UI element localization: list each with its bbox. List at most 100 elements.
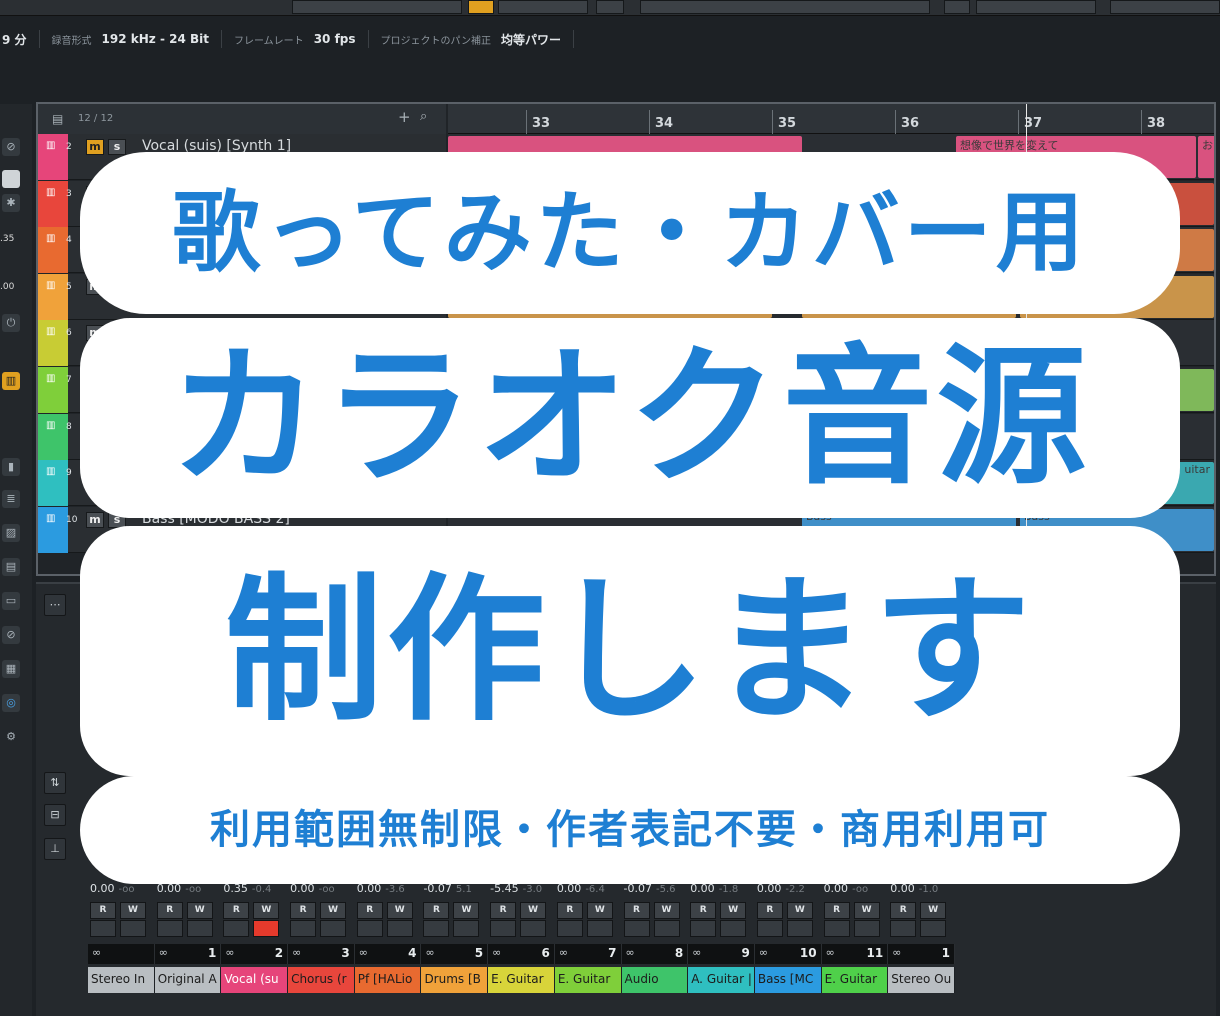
track-header[interactable]: ▥ 6 m s: [38, 320, 446, 367]
fader-track[interactable]: [224, 694, 237, 884]
fader-handle[interactable]: [354, 724, 375, 750]
write-automation-button[interactable]: W: [653, 902, 680, 919]
track-lane[interactable]: [448, 367, 1214, 413]
mute-button[interactable]: m: [86, 325, 104, 342]
record-enable-button[interactable]: [320, 920, 347, 937]
insert-view-icon[interactable]: ⊟: [44, 804, 66, 826]
guitar-clip[interactable]: uitar: [802, 462, 1214, 505]
volume-readout[interactable]: 0.00 -6.4: [555, 882, 622, 898]
read-automation-button[interactable]: R: [690, 902, 717, 919]
write-automation-button[interactable]: W: [720, 902, 747, 919]
toolbar-button[interactable]: [1110, 0, 1220, 14]
fader-track[interactable]: [825, 694, 837, 884]
read-automation-button[interactable]: R: [890, 902, 917, 919]
fader-track[interactable]: [558, 694, 571, 884]
volume-value[interactable]: 0.00: [557, 882, 582, 895]
gear-icon[interactable]: ✱: [2, 194, 20, 212]
slash-icon[interactable]: ▨: [2, 524, 20, 542]
solo-button[interactable]: s: [108, 278, 126, 295]
toolbar-button[interactable]: [596, 0, 624, 14]
volume-readout[interactable]: 0.35 -0.4: [221, 882, 288, 898]
write-automation-button[interactable]: W: [520, 902, 547, 919]
track-header[interactable]: ▥ 10 m s Bass [MODO BASS 2]: [38, 506, 446, 553]
track-lane[interactable]: Drums Drums: [448, 273, 1214, 320]
fader-track[interactable]: [491, 694, 504, 884]
playhead-cursor[interactable]: [1026, 104, 1027, 574]
volume-readout[interactable]: 0.00 -oo: [88, 882, 155, 898]
read-automation-button[interactable]: R: [823, 902, 850, 919]
channel-name[interactable]: Stereo In: [88, 967, 155, 993]
read-automation-button[interactable]: R: [223, 902, 250, 919]
link-icon[interactable]: ∞: [892, 946, 901, 959]
list-icon[interactable]: ≣: [2, 490, 20, 508]
link-icon[interactable]: ∞: [692, 946, 701, 959]
vocal-clip[interactable]: [448, 136, 802, 178]
monitor-button[interactable]: [756, 920, 783, 937]
fader-handle[interactable]: [887, 736, 908, 762]
write-automation-button[interactable]: W: [853, 902, 880, 919]
fader-handle[interactable]: [220, 730, 241, 756]
write-automation-button[interactable]: W: [786, 902, 813, 919]
read-automation-button[interactable]: R: [756, 902, 783, 919]
solo-button[interactable]: s: [108, 418, 126, 435]
monitor-button[interactable]: [556, 920, 583, 937]
write-automation-button[interactable]: W: [586, 902, 613, 919]
toolbar-toggle-button[interactable]: [468, 0, 494, 14]
pan-value[interactable]: -1.8: [719, 884, 739, 895]
monitor-button[interactable]: [890, 920, 917, 937]
add-track-icon[interactable]: +: [398, 108, 411, 126]
pan-value[interactable]: 5.1: [456, 884, 472, 895]
rack-icon[interactable]: ▤: [2, 558, 20, 576]
volume-readout[interactable]: 0.00 -oo: [822, 882, 889, 898]
read-icon[interactable]: ⊘: [2, 138, 20, 156]
pan-value[interactable]: -oo: [319, 884, 335, 895]
channel-name[interactable]: E. Guitar: [821, 967, 889, 993]
track-lane[interactable]: [448, 180, 1214, 227]
link-icon[interactable]: ∞: [159, 946, 168, 959]
track-lane[interactable]: [448, 320, 1214, 367]
pan-value[interactable]: -6.4: [585, 884, 605, 895]
record-enable-button[interactable]: [786, 920, 813, 937]
volume-value[interactable]: 0.00: [357, 882, 382, 895]
write-automation-button[interactable]: W: [920, 902, 947, 919]
pan-value[interactable]: -3.6: [385, 884, 405, 895]
record-enable-button[interactable]: [853, 920, 880, 937]
fader-handle[interactable]: [954, 724, 975, 750]
volume-readout[interactable]: 0.00 -1.8: [688, 882, 755, 898]
volume-readout[interactable]: 0.00 -3.6: [355, 882, 422, 898]
channel-name[interactable]: Original A: [154, 967, 222, 993]
link-icon[interactable]: ∞: [292, 946, 301, 959]
monitor-button[interactable]: [156, 920, 183, 937]
pan-value[interactable]: -oo: [852, 884, 868, 895]
toolbar-button[interactable]: [944, 0, 970, 14]
read-automation-button[interactable]: R: [356, 902, 383, 919]
fader-handle[interactable]: [821, 730, 841, 756]
channel-name[interactable]: Vocal (su: [221, 967, 289, 993]
timeline-ruler[interactable]: 33 34 35 36 37 38: [448, 104, 1214, 134]
record-enable-button[interactable]: [586, 920, 613, 937]
solo-button[interactable]: s: [108, 139, 126, 155]
volume-readout[interactable]: 0.00 -oo: [155, 882, 222, 898]
mute-button[interactable]: m: [86, 185, 104, 202]
volume-readout[interactable]: 0.00 -oo: [288, 882, 355, 898]
write-automation-button[interactable]: W: [120, 902, 146, 919]
mute-button[interactable]: m: [86, 278, 104, 295]
track-header[interactable]: ▥ 8 m s: [38, 413, 446, 460]
fader-handle[interactable]: [287, 736, 308, 762]
frame-rate-value[interactable]: 30 fps: [314, 32, 356, 46]
write-automation-button[interactable]: W: [453, 902, 480, 919]
track-lane[interactable]: uitar: [448, 460, 1214, 507]
record-enable-button[interactable]: [720, 920, 747, 937]
vocal-clip[interactable]: お: [1198, 136, 1214, 178]
volume-value[interactable]: 0.00: [890, 882, 915, 895]
write-automation-button[interactable]: W: [320, 902, 347, 919]
fader-handle[interactable]: [554, 724, 575, 750]
link-icon[interactable]: ∞: [826, 946, 835, 959]
volume-value[interactable]: 0.00: [824, 882, 849, 895]
pan-value[interactable]: -oo: [185, 884, 201, 895]
read-automation-button[interactable]: R: [556, 902, 583, 919]
track-lane[interactable]: [448, 413, 1214, 460]
monitor-button[interactable]: [623, 920, 650, 937]
track-lane[interactable]: Bass Bass: [448, 506, 1214, 553]
fader-handle[interactable]: [620, 730, 641, 756]
